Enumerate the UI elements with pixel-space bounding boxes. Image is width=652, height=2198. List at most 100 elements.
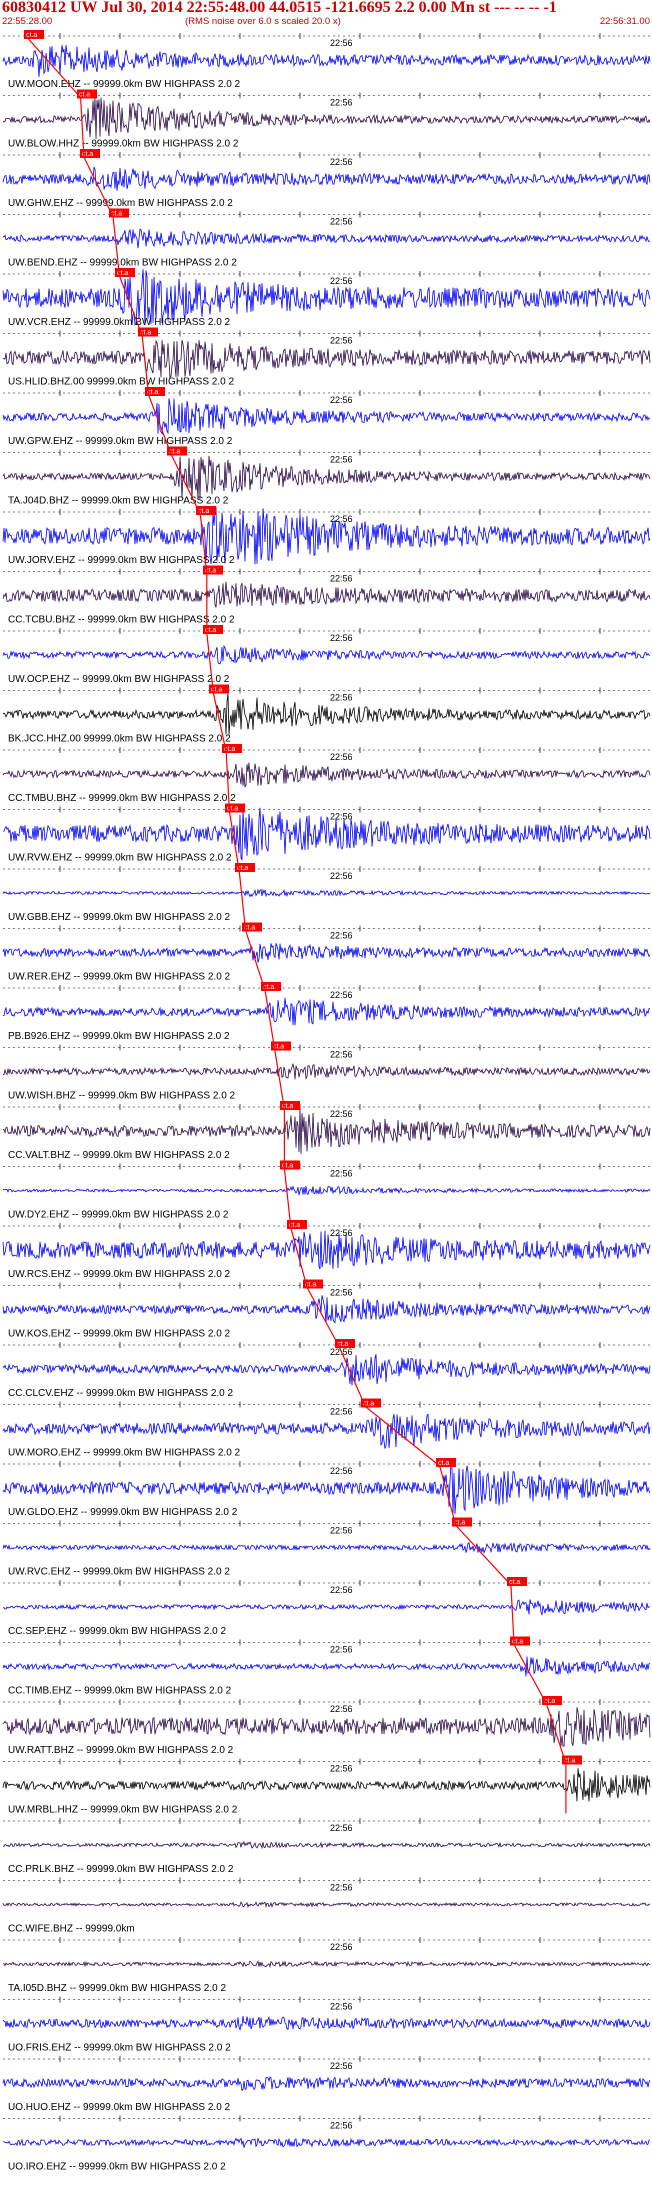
minute-label: 22:56 bbox=[330, 931, 353, 941]
waveform-trace bbox=[2, 1295, 651, 1324]
minute-label: 22:56 bbox=[330, 217, 353, 227]
station-label: UW.VCR.EHZ -- 99999.0km BW HIGHPASS 2.0 … bbox=[8, 317, 231, 328]
minute-label: 22:56 bbox=[330, 1169, 353, 1179]
waveform-trace bbox=[2, 2137, 651, 2148]
waveform-trace bbox=[2, 1063, 651, 1080]
start-time: 22:55:28.00 bbox=[2, 16, 53, 27]
minute-label: 22:56 bbox=[330, 633, 353, 643]
station-label: BK.JCC.HHZ.00 99999.0km BW HIGHPASS 2.0 … bbox=[8, 734, 231, 745]
station-label: UW.RATT.BHZ -- 99999.0km BW HIGHPASS 2.0… bbox=[8, 1745, 234, 1756]
waveform-trace bbox=[2, 228, 651, 249]
minute-label: 22:56 bbox=[330, 455, 353, 465]
waveform-trace bbox=[2, 762, 651, 788]
minute-label: 22:56 bbox=[330, 1764, 353, 1774]
minute-label: 22:56 bbox=[330, 1407, 353, 1417]
station-label: US.HLID.BHZ.00 99999.0km BW HIGHPASS 2.0… bbox=[8, 377, 234, 388]
waveform-trace bbox=[2, 1768, 651, 1802]
station-label: CC.SEP.EHZ -- 99999.0km BW HIGHPASS 2.0 … bbox=[8, 1626, 226, 1637]
station-label: UW.RCS.EHZ -- 99999.0km BW HIGHPASS 2.0 … bbox=[8, 1269, 231, 1280]
end-time: 22:56:31.00 bbox=[599, 16, 650, 27]
minute-label: 22:56 bbox=[330, 2061, 353, 2071]
trace-group: 22:56 UW.MOON.EHZ -- 99999.0km BW HIGHPAS… bbox=[2, 30, 651, 2173]
waveform-trace bbox=[2, 1960, 651, 1969]
minute-label: 22:56 bbox=[330, 1050, 353, 1060]
minute-label: 22:56 bbox=[330, 276, 353, 286]
minute-label: 22:56 bbox=[330, 1228, 353, 1238]
minute-label: 22:56 bbox=[330, 1466, 353, 1476]
station-label: UW.GPW.EHZ -- 99999.0km BW HIGHPASS 2.0 … bbox=[8, 436, 233, 447]
station-label: CC.WIFE.BHZ -- 99999.0km bbox=[8, 1924, 135, 1935]
waveform-trace bbox=[2, 1541, 651, 1554]
station-label: PB.B926.EHZ -- 99999.0km BW HIGHPASS 2.0… bbox=[8, 1031, 230, 1042]
waveform-trace bbox=[2, 398, 651, 435]
station-label: UW.MORO.EHZ -- 99999.0km BW HIGHPASS 2.0… bbox=[8, 1448, 241, 1459]
station-label: UW.OCP.EHZ -- 99999.0km BW HIGHPASS 2.0 … bbox=[8, 674, 230, 685]
waveform-trace bbox=[2, 1185, 651, 1196]
minute-label: 22:56 bbox=[330, 1645, 353, 1655]
minute-label: 22:56 bbox=[330, 1288, 353, 1298]
plot-header: 60830412 UW Jul 30, 2014 22:55:48.00 44.… bbox=[0, 0, 652, 28]
station-label: TA.I05D.BHZ -- 99999.0km BW HIGHPASS 2.0… bbox=[8, 1983, 226, 1994]
station-label: CC.TCBU.BHZ -- 99999.0km BW HIGHPASS 2.0… bbox=[8, 615, 235, 626]
minute-label: 22:56 bbox=[330, 157, 353, 167]
seismogram-plot: 22:56 UW.MOON.EHZ -- 99999.0km BW HIGHPAS… bbox=[2, 30, 651, 2173]
station-label: UW.RVC.EHZ -- 99999.0km BW HIGHPASS 2.0 … bbox=[8, 1567, 230, 1578]
minute-label: 22:56 bbox=[330, 812, 353, 822]
waveform-trace bbox=[2, 581, 651, 608]
station-label: UW.GLDO.EHZ -- 99999.0km BW HIGHPASS 2.0… bbox=[8, 1507, 238, 1518]
waveform-trace bbox=[2, 644, 651, 665]
rms-note: (RMS noise over 6.0 s scaled 20.0 x) bbox=[185, 16, 341, 27]
waveform-trace bbox=[2, 1840, 651, 1850]
station-label: CC.VALT.BHZ -- 99999.0km BW HIGHPASS 2.0… bbox=[8, 1150, 230, 1161]
waveform-trace bbox=[2, 1599, 651, 1617]
station-label: CC.TMBU.BHZ -- 99999.0km BW HIGHPASS 2.0… bbox=[8, 793, 236, 804]
waveform-trace bbox=[2, 888, 651, 898]
waveform-trace bbox=[2, 339, 651, 380]
station-label: UW.GBB.EHZ -- 99999.0km BW HIGHPASS 2.0 … bbox=[8, 912, 231, 923]
minute-label: 22:56 bbox=[330, 98, 353, 108]
waveform-trace bbox=[2, 1413, 651, 1449]
station-label: UW.GHW.EHZ -- 99999.0km BW HIGHPASS 2.0 … bbox=[8, 198, 233, 209]
waveform-trace bbox=[2, 45, 651, 78]
station-label: UW.DY2.EHZ -- 99999.0km BW HIGHPASS 2.0 … bbox=[8, 1210, 229, 1221]
minute-label: 22:56 bbox=[330, 871, 353, 881]
station-label: CC.TIMB.EHZ -- 99999.0km BW HIGHPASS 2.0… bbox=[8, 1686, 232, 1697]
minute-label: 22:56 bbox=[330, 1526, 353, 1536]
minute-label: 22:56 bbox=[330, 752, 353, 762]
event-title: 60830412 UW Jul 30, 2014 22:55:48.00 44.… bbox=[2, 0, 557, 16]
station-label: UW.BLOW.HHZ -- 99999.0km BW HIGHPASS 2.0… bbox=[8, 139, 239, 150]
station-label: UW.KOS.EHZ -- 99999.0km BW HIGHPASS 2.0 … bbox=[8, 1329, 231, 1340]
minute-label: 22:56 bbox=[330, 1823, 353, 1833]
minute-label: 22:56 bbox=[330, 1942, 353, 1952]
waveform-trace bbox=[2, 2015, 651, 2031]
station-label: UO.FRIS.EHZ -- 99999.0km BW HIGHPASS 2.0… bbox=[8, 2043, 231, 2054]
minute-label: 22:56 bbox=[330, 1883, 353, 1893]
waveform-trace bbox=[2, 97, 651, 140]
minute-label: 22:56 bbox=[330, 336, 353, 346]
waveform-trace bbox=[2, 1354, 651, 1386]
station-label: CC.PRLK.BHZ -- 99999.0km BW HIGHPASS 2.0… bbox=[8, 1864, 234, 1875]
station-label: UW.JORV.EHZ -- 99999.0km BW HIGHPASS 2.0… bbox=[8, 555, 235, 566]
waveform-trace bbox=[2, 997, 651, 1026]
waveform-trace bbox=[2, 943, 651, 963]
minute-label: 22:56 bbox=[330, 990, 353, 1000]
waveform-trace bbox=[2, 2076, 651, 2092]
waveform-trace bbox=[2, 693, 651, 735]
waveform-trace bbox=[2, 1656, 651, 1677]
waveform-trace bbox=[2, 1108, 651, 1155]
pick-label: ct.a bbox=[282, 1163, 293, 1170]
minute-label: 22:56 bbox=[330, 693, 353, 703]
station-label: UW.MOON.EHZ -- 99999.0km BW HIGHPASS 2.0… bbox=[8, 79, 241, 90]
waveform-trace bbox=[2, 1230, 651, 1270]
minute-label: 22:56 bbox=[330, 1585, 353, 1595]
waveform-trace bbox=[2, 1901, 651, 1909]
station-label: CC.CLCV.EHZ -- 99999.0km BW HIGHPASS 2.0… bbox=[8, 1388, 234, 1399]
station-label: UW.BEND.EHZ -- 99999.0km BW HIGHPASS 2.0… bbox=[8, 258, 237, 269]
station-label: UO.IRO.EHZ -- 99999.0km BW HIGHPASS 2.0 … bbox=[8, 2162, 226, 2173]
minute-label: 22:56 bbox=[330, 1109, 353, 1119]
station-label: UW.RVW.EHZ -- 99999.0km BW HIGHPASS 2.0 … bbox=[8, 853, 232, 864]
minute-label: 22:56 bbox=[330, 395, 353, 405]
waveform-trace bbox=[2, 166, 651, 191]
station-label: UW.MRBL.HHZ -- 99999.0km BW HIGHPASS 2.0… bbox=[8, 1805, 238, 1816]
minute-label: 22:56 bbox=[330, 1704, 353, 1714]
